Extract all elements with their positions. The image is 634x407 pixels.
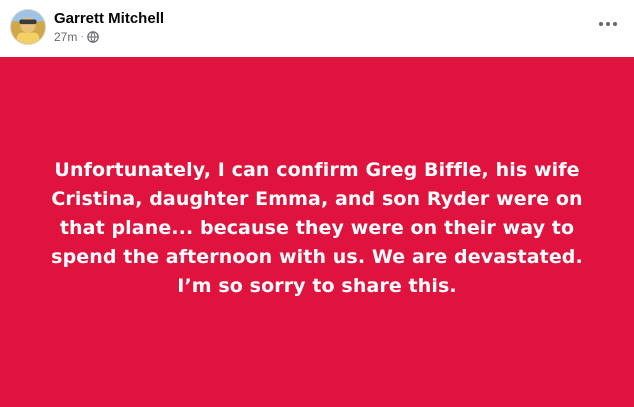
author-name[interactable]: Garrett Mitchell <box>54 10 164 28</box>
post-timestamp[interactable]: 27m <box>54 30 77 44</box>
globe-icon[interactable] <box>86 31 99 43</box>
post-header: Garrett Mitchell 27m · <box>0 0 634 57</box>
post-background: Unfortunately, I can confirm Greg Biffle… <box>0 57 634 407</box>
avatar-image <box>11 10 45 44</box>
meta-separator: · <box>80 31 84 42</box>
more-options-icon <box>599 22 617 26</box>
post-text: Unfortunately, I can confirm Greg Biffle… <box>51 158 583 297</box>
post-meta: 27m · <box>54 30 99 44</box>
more-options-button[interactable] <box>592 12 624 36</box>
author-avatar[interactable] <box>10 9 46 45</box>
facebook-post: Garrett Mitchell 27m · Unfortunately, I … <box>0 0 634 407</box>
